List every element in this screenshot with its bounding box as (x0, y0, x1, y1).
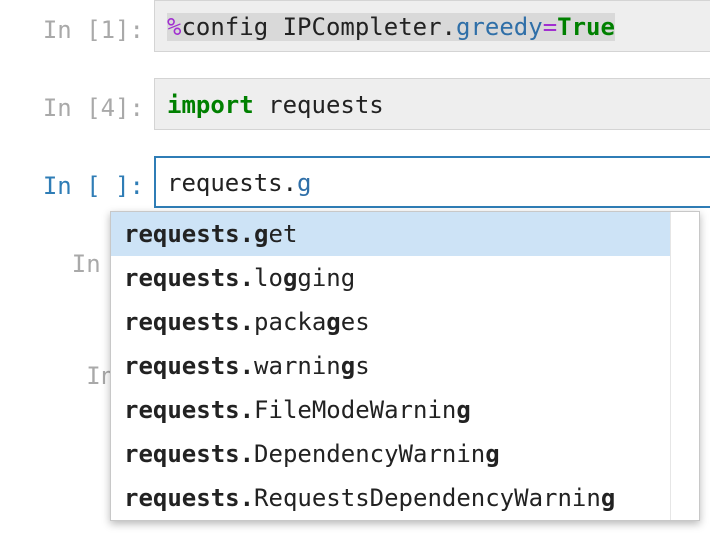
cell-3-code: requests. (167, 169, 298, 197)
completion-scrollbar[interactable] (670, 212, 699, 520)
typed-char: g (297, 169, 312, 197)
completion-item[interactable]: requests.get (111, 212, 671, 256)
cell-2-code: requests (253, 91, 384, 119)
completion-item[interactable]: requests.warnings (111, 344, 671, 388)
cell-2-input[interactable]: import requests (154, 78, 710, 130)
completion-item[interactable]: requests.RequestsDependencyWarning (111, 476, 671, 520)
cell-2-prompt: In [4]: (42, 94, 144, 122)
completion-item[interactable]: requests.FileModeWarning (111, 388, 671, 432)
cell-1-input[interactable]: %config IPCompleter.greedy=True (154, 0, 710, 52)
cell-3-input[interactable]: requests.g (154, 156, 710, 208)
completion-list[interactable]: requests.get requests.logging requests.p… (111, 212, 671, 520)
completion-item[interactable]: requests.packages (111, 300, 671, 344)
completion-item[interactable]: requests.DependencyWarning (111, 432, 671, 476)
autocomplete-popup[interactable]: requests.get requests.logging requests.p… (110, 211, 700, 521)
completion-item[interactable]: requests.logging (111, 256, 671, 300)
cell-1-prompt: In [1]: (42, 16, 144, 44)
cell-1-code: %config IPCompleter.greedy=True (167, 13, 615, 41)
import-keyword: import (167, 91, 254, 119)
cell-3-prompt: In [ ]: (42, 172, 144, 200)
